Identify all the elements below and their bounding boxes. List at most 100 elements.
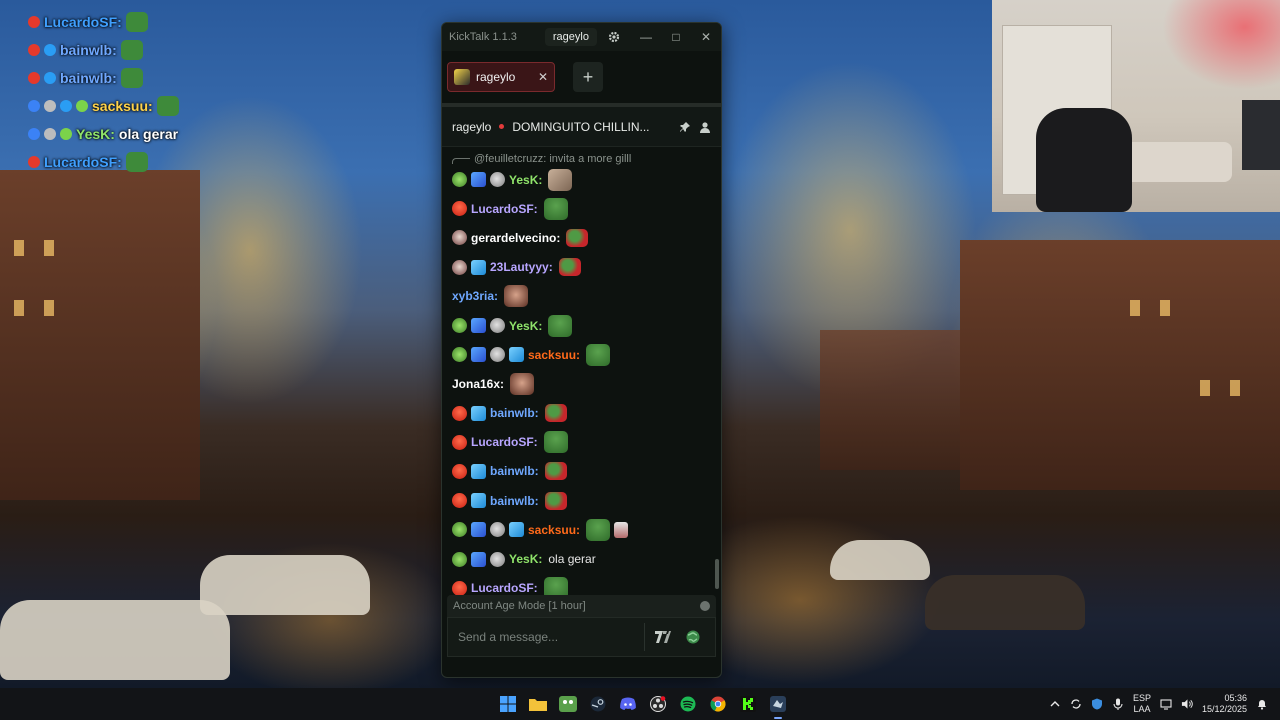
chat-message: xyb3ria: [452,282,711,311]
cube-badge-icon [471,493,486,509]
overlay-text: ola gerar [118,126,179,142]
chat-message: YesK: [452,311,711,340]
chevron-up-icon[interactable] [1049,698,1061,710]
message-composer [447,617,716,657]
chat-username[interactable]: bainwlb: [490,464,539,478]
sync-icon[interactable] [1070,698,1082,710]
rose-emote-icon [544,404,567,423]
chat-username[interactable]: YesK: [509,319,542,333]
chat-message: LucardoSF: [452,194,711,223]
alien-badge-icon [60,128,72,140]
scrollbar-thumb[interactable] [715,559,719,589]
boat [925,575,1085,630]
globe-emote-icon[interactable] [681,625,705,649]
minimize-icon[interactable]: — [631,23,661,51]
volume-icon[interactable] [1181,698,1193,710]
tab-label: rageylo [476,70,516,84]
user-pill[interactable]: rageylo [544,28,597,46]
message-input[interactable] [458,630,638,644]
language-code: ESP [1132,693,1151,703]
chat-message: 23Lautyyy: [452,253,711,282]
close-icon[interactable]: ✕ [691,23,721,51]
chrome-icon[interactable] [706,692,730,716]
alien-badge-icon [452,347,467,363]
windows-start-icon[interactable] [496,692,520,716]
add-tab-button[interactable]: + [573,62,603,92]
chat-message: sacksuu: [452,340,711,369]
chat-text: ola gerar [548,552,596,567]
chat-username[interactable]: YesK: [509,552,542,566]
clock[interactable]: 05:36 15/12/2025 [1202,693,1247,715]
info-icon[interactable] [700,601,710,611]
frog-emote-icon [125,152,148,172]
overlay-username: LucardoSF: [44,154,122,170]
account-age-mode-bar: Account Age Mode [1 hour] [447,595,716,617]
chat-message: bainwlb: [452,399,711,428]
chat-username[interactable]: 23Lautyyy: [490,260,553,274]
frog-emote-icon [586,518,611,541]
chat-message: YesK: ola gerar [452,544,711,573]
defender-icon[interactable] [1091,698,1103,710]
discord-icon[interactable] [616,692,640,716]
rose-emote-icon [544,491,567,510]
chat-message: YesK: [452,165,711,194]
live-indicator-icon [499,124,505,129]
clock-time: 05:36 [1224,693,1247,703]
red-badge-icon [28,16,40,28]
pin-icon[interactable] [679,121,691,133]
cube-badge-icon [471,259,486,275]
frog-app-icon[interactable] [556,692,580,716]
sword-badge-icon [471,551,486,567]
network-icon[interactable] [1160,698,1172,710]
alien-badge-icon [452,318,467,334]
kick-icon[interactable] [736,692,760,716]
overlay-username: YesK: [76,126,115,142]
chat-username[interactable]: bainwlb: [490,494,539,508]
red-badge-icon [452,580,467,595]
gaming-chair [1036,108,1132,212]
steam-active-icon[interactable] [766,692,790,719]
channel-name: rageylo [452,119,492,134]
language-indicator[interactable]: ESP LAA [1133,693,1151,715]
boat [0,600,230,680]
spotify-icon[interactable] [676,692,700,716]
gear-icon[interactable] [605,28,623,46]
gray-badge-icon [44,100,56,112]
tab-rageylo[interactable]: rageylo ✕ [447,62,555,92]
chat-username[interactable]: LucardoSF: [471,202,538,216]
chat-message: Jona16x: [452,369,711,398]
file-explorer-icon[interactable] [526,692,550,716]
red-badge-icon [28,44,40,56]
gray-badge-icon [490,522,505,538]
frog-emote-icon [156,96,179,116]
tab-close-icon[interactable]: ✕ [538,70,548,84]
boat [200,555,370,615]
overlay-username: bainwlb: [60,70,117,86]
maximize-icon[interactable]: □ [661,23,691,51]
chat-username[interactable]: gerardelvecino: [471,231,560,245]
chat-username[interactable]: LucardoSF: [471,435,538,449]
chat-username[interactable]: YesK: [509,173,542,187]
sword-badge-icon [471,522,486,538]
chat-username[interactable]: sacksuu: [528,523,580,537]
rose-emote-icon [558,258,581,277]
chat-message: LucardoSF: [452,574,711,595]
red-badge-icon [452,405,467,421]
chat-username[interactable]: xyb3ria: [452,289,498,303]
cube-badge-icon [60,100,72,112]
microphone-icon[interactable] [1112,698,1124,710]
skull-badge-icon [452,259,467,275]
notification-bell-icon[interactable] [1256,698,1268,710]
chat-username[interactable]: LucardoSF: [471,581,538,595]
chat-username[interactable]: Jona16x: [452,377,504,391]
steam-icon[interactable] [586,692,610,716]
chat-username[interactable]: sacksuu: [528,348,580,362]
overlay-chat-line: LucardoSF: [28,8,248,36]
chat-username[interactable]: bainwlb: [490,406,539,420]
user-icon[interactable] [699,121,711,133]
frog-emote-icon [543,197,568,220]
obs-icon[interactable] [646,692,670,716]
7tv-icon[interactable] [651,625,675,649]
cube-badge-icon [471,405,486,421]
gray-badge-icon [490,172,505,188]
